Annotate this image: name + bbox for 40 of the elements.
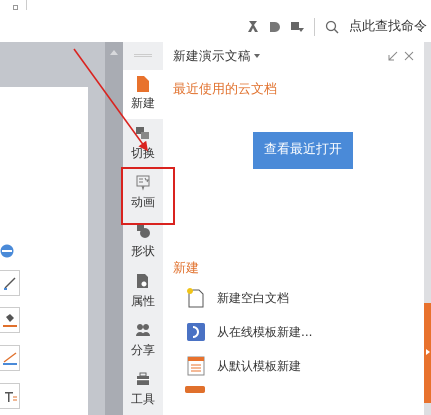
tool-icon[interactable] bbox=[247, 20, 259, 34]
section-heading: 最近使用的云文档 bbox=[173, 81, 278, 99]
close-icon[interactable] bbox=[404, 51, 414, 61]
recent-button[interactable]: 查看最近打开 bbox=[253, 132, 353, 168]
panel-title: 新建演示文稿 bbox=[173, 46, 251, 65]
line-icon bbox=[2, 351, 16, 365]
pen-icon bbox=[2, 276, 16, 290]
window-icon bbox=[13, 5, 18, 10]
tab-icon bbox=[136, 274, 150, 290]
search-field[interactable]: 点此查找命令 bbox=[349, 17, 427, 36]
side-tab[interactable]: 形状 bbox=[123, 218, 163, 267]
expand-icon bbox=[426, 349, 430, 355]
tab-icon bbox=[136, 174, 150, 191]
new-option[interactable]: 从默认模板新建 bbox=[173, 349, 414, 383]
side-tab[interactable]: 动画 bbox=[123, 168, 163, 218]
fill-icon bbox=[2, 313, 16, 327]
file-icon bbox=[185, 321, 207, 343]
minus-icon[interactable] bbox=[0, 244, 14, 258]
highlight-frame bbox=[121, 167, 175, 225]
minimize-icon[interactable] bbox=[388, 51, 398, 61]
flag-icon[interactable] bbox=[290, 20, 304, 33]
text-icon bbox=[2, 389, 16, 403]
new-option[interactable]: 从在线模板新建... bbox=[173, 315, 414, 349]
drag-handle[interactable] bbox=[134, 54, 152, 58]
pen-tool[interactable] bbox=[0, 270, 20, 296]
file-icon bbox=[185, 355, 207, 377]
tab-icon bbox=[136, 126, 150, 142]
caret-icon[interactable] bbox=[254, 54, 260, 58]
tab-icon bbox=[136, 224, 150, 240]
search-icon[interactable] bbox=[325, 20, 339, 34]
new-option[interactable]: 新建空白文档 bbox=[173, 281, 414, 315]
line-tool[interactable] bbox=[0, 345, 20, 371]
side-tab[interactable]: 新建 bbox=[123, 70, 163, 119]
text-tool[interactable] bbox=[0, 383, 20, 409]
side-tab[interactable]: 工具 bbox=[123, 366, 163, 415]
fill-tool[interactable] bbox=[0, 307, 20, 333]
tab-icon bbox=[136, 76, 150, 92]
side-tab[interactable]: 属性 bbox=[123, 267, 163, 316]
section-heading: 新建 bbox=[173, 260, 200, 278]
side-tab[interactable]: 分享 bbox=[123, 316, 163, 366]
